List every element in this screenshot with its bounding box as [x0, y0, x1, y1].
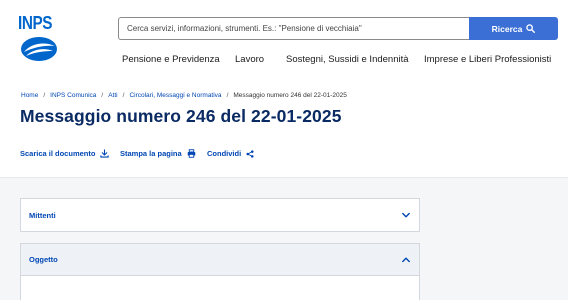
chevron-up-icon: [402, 257, 410, 262]
printer-icon: [187, 149, 195, 158]
breadcrumb-separator: /: [101, 92, 104, 99]
print-label: Stampa la pagina: [120, 149, 182, 158]
accordion-oggetto-label: Oggetto: [29, 255, 58, 264]
download-document-link[interactable]: Scarica il documento: [20, 149, 110, 158]
download-label: Scarica il documento: [20, 149, 96, 158]
search-bar: Ricerca: [118, 17, 558, 40]
print-page-link[interactable]: Stampa la pagina: [120, 149, 196, 158]
nav-item-imprese[interactable]: Imprese e Liberi Professionisti: [424, 54, 551, 65]
breadcrumb-item-circolari[interactable]: Circolari, Messaggi e Normativa: [129, 92, 221, 99]
site-header: INPS Ricerca Pensione e Previdenza Lavor…: [0, 0, 568, 78]
breadcrumb-item-atti[interactable]: Atti: [108, 92, 117, 99]
page-title: Messaggio numero 246 del 22-01-2025: [20, 106, 342, 126]
search-button-label: Ricerca: [491, 23, 523, 34]
accordion-oggetto: Oggetto: [20, 243, 420, 300]
share-icon: [246, 149, 254, 158]
chevron-down-icon: [402, 212, 410, 218]
breadcrumb-item-home[interactable]: Home: [21, 92, 38, 99]
breadcrumb-separator: /: [122, 92, 125, 99]
share-link[interactable]: Condividi: [207, 149, 254, 158]
search-icon: [526, 24, 536, 33]
breadcrumb-item-inps-comunica[interactable]: INPS Comunica: [50, 92, 96, 99]
main-nav: Pensione e Previdenza Lavoro Sostegni, S…: [0, 54, 568, 68]
share-label: Condividi: [207, 149, 242, 158]
logo-text: INPS: [18, 13, 53, 33]
accordion-mittenti-label: Mittenti: [29, 210, 56, 220]
breadcrumb-separator: /: [43, 92, 46, 99]
breadcrumb: Home / INPS Comunica / Atti / Circolari,…: [21, 92, 347, 99]
accordion-mittenti-header[interactable]: Mittenti: [21, 199, 419, 231]
accordion-mittenti: Mittenti: [20, 198, 420, 232]
download-icon: [100, 149, 110, 158]
breadcrumb-separator: /: [226, 92, 229, 99]
search-input[interactable]: [118, 17, 469, 40]
search-button[interactable]: Ricerca: [469, 17, 558, 40]
accordion-oggetto-header[interactable]: Oggetto: [21, 244, 419, 276]
breadcrumb-current: Messaggio numero 246 del 22-01-2025: [233, 92, 347, 99]
nav-item-pensione[interactable]: Pensione e Previdenza: [122, 54, 220, 65]
nav-item-lavoro[interactable]: Lavoro: [235, 54, 264, 65]
nav-item-sostegni[interactable]: Sostegni, Sussidi e Indennità: [286, 54, 409, 65]
